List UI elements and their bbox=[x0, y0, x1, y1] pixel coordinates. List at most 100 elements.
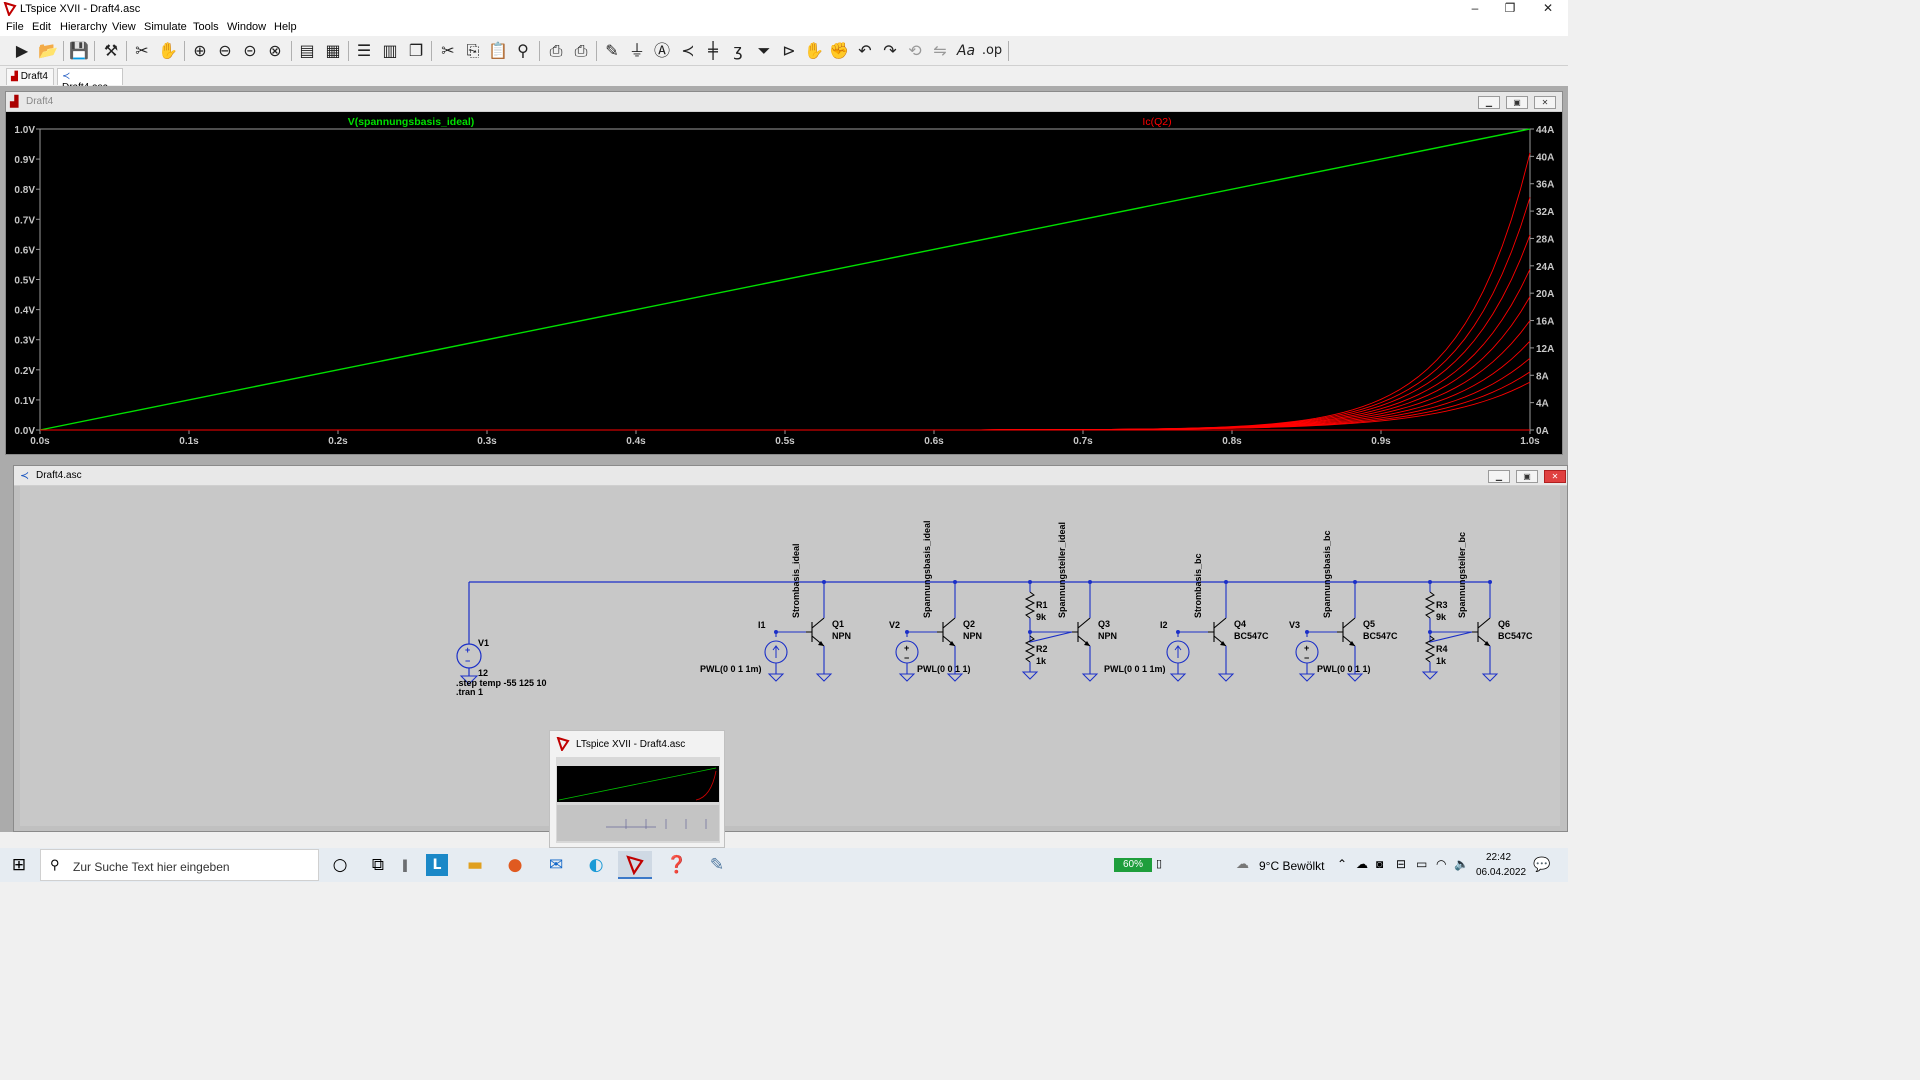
mirror-icon[interactable]: ⇋ bbox=[929, 39, 951, 63]
y-right-tick-label: 44A bbox=[1536, 125, 1554, 136]
weather-widget[interactable]: 9°C Bewölkt bbox=[1259, 859, 1325, 873]
zoom-in-icon[interactable]: ⊕ bbox=[189, 39, 211, 63]
junction-dot bbox=[1353, 580, 1357, 584]
menu-tools[interactable]: Tools bbox=[193, 21, 219, 33]
y-left-tick-label: 0.3V bbox=[14, 336, 35, 347]
autorange-icon[interactable]: ▤ bbox=[296, 39, 318, 63]
webcam-icon[interactable]: ◙ bbox=[1376, 857, 1383, 871]
undo-icon[interactable]: ↶ bbox=[854, 39, 876, 63]
copy-icon[interactable]: ⎘ bbox=[462, 39, 484, 63]
capacitor-icon[interactable]: ╪ bbox=[702, 39, 724, 63]
paint-icon[interactable]: ✎ bbox=[700, 851, 734, 879]
tab-draft4-plot[interactable]: ▟ Draft4 bbox=[6, 68, 54, 85]
resistor-icon[interactable]: ≺ bbox=[677, 39, 699, 63]
plot-minimize-button[interactable]: ▁ bbox=[1478, 96, 1500, 109]
paste-icon[interactable]: 📋 bbox=[487, 39, 509, 63]
minimize-button[interactable]: – bbox=[1460, 1, 1490, 17]
menu-hierarchy[interactable]: Hierarchy bbox=[60, 21, 107, 33]
edge-icon[interactable]: ◐ bbox=[579, 851, 613, 879]
file-explorer-icon[interactable]: ▬ bbox=[458, 851, 492, 879]
zoom-fit-icon[interactable]: ⊗ bbox=[264, 39, 286, 63]
chevron-up-icon[interactable]: ⌃ bbox=[1337, 857, 1347, 871]
grid-icon[interactable]: ▦ bbox=[322, 39, 344, 63]
notification-icon[interactable]: 💬 bbox=[1533, 856, 1550, 873]
cut-icon[interactable]: ✂ bbox=[437, 39, 459, 63]
volume-icon[interactable]: 🔈 bbox=[1454, 857, 1469, 871]
ground-icon[interactable]: ⏚ bbox=[626, 39, 648, 63]
open-icon[interactable]: 📂 bbox=[37, 39, 59, 63]
clock-date[interactable]: 06.04.2022 bbox=[1476, 867, 1526, 878]
save-icon[interactable]: 💾 bbox=[68, 39, 90, 63]
control-panel-icon[interactable]: ⚒ bbox=[100, 39, 122, 63]
firefox-icon[interactable]: ● bbox=[498, 851, 532, 879]
move-icon[interactable]: ✋ bbox=[803, 39, 825, 63]
clock-time[interactable]: 22:42 bbox=[1486, 852, 1511, 863]
plot-close-button[interactable]: ✕ bbox=[1534, 96, 1556, 109]
menu-file[interactable]: File bbox=[6, 21, 24, 33]
schematic-canvas[interactable]: + − V1 12 .step temp -55 125 10 .tran 1 … bbox=[14, 486, 1567, 831]
schematic-maximize-button[interactable]: ▣ bbox=[1516, 470, 1538, 483]
taskbar-preview[interactable]: LTspice XVII - Draft4.asc bbox=[549, 730, 725, 848]
drag-icon[interactable]: ✊ bbox=[828, 39, 850, 63]
print-icon[interactable]: ⎙ bbox=[545, 39, 567, 63]
zoom-out-icon[interactable]: ⊖ bbox=[214, 39, 236, 63]
redo-icon[interactable]: ↷ bbox=[879, 39, 901, 63]
waveform-plot[interactable]: V(spannungsbasis_ideal) Ic(Q2) 0.0s 0.1s 0… bbox=[6, 112, 1562, 454]
battery-indicator[interactable]: 60% bbox=[1114, 858, 1152, 872]
find-icon[interactable]: ⚲ bbox=[512, 39, 534, 63]
run-icon[interactable]: ▶ bbox=[11, 39, 33, 63]
y-right-tick-label: 4A bbox=[1536, 399, 1549, 410]
menu-edit[interactable]: Edit bbox=[32, 21, 51, 33]
label-net-icon[interactable]: Ⓐ bbox=[651, 39, 673, 63]
tran-directive[interactable]: .tran 1 bbox=[456, 687, 483, 697]
menu-window[interactable]: Window bbox=[227, 21, 266, 33]
ltspice-taskbar-icon[interactable] bbox=[618, 851, 652, 879]
onedrive-icon[interactable]: ☁ bbox=[1356, 857, 1368, 871]
minus-sign: − bbox=[904, 653, 909, 663]
help-icon[interactable]: ❓ bbox=[660, 851, 694, 879]
halt-icon[interactable]: ✂ bbox=[131, 39, 153, 63]
tab-draft4-schematic[interactable]: ≺ Draft4.asc bbox=[57, 68, 123, 93]
spice-directive-icon[interactable]: .op bbox=[981, 39, 1003, 63]
resistor-name: R2 bbox=[1036, 644, 1048, 654]
y-left-tick-label: 0.1V bbox=[14, 396, 35, 407]
x-tick-label: 0.1s bbox=[179, 436, 199, 447]
text-icon[interactable]: Aa bbox=[955, 39, 977, 63]
wifi-icon[interactable]: ◠ bbox=[1436, 857, 1446, 871]
zoom-back-icon[interactable]: ⊝ bbox=[239, 39, 261, 63]
tile-vertical-icon[interactable]: ▥ bbox=[379, 39, 401, 63]
windows-taskbar: ⊞ ⚲ Zur Suche Text hier eingeben ○ ⧉ ‖ L… bbox=[0, 848, 1568, 882]
taskbar-search[interactable]: ⚲ Zur Suche Text hier eingeben bbox=[40, 849, 319, 881]
network-device-icon[interactable]: ⊟ bbox=[1396, 857, 1406, 871]
plot-maximize-button[interactable]: ▣ bbox=[1506, 96, 1528, 109]
mail-icon[interactable]: ✉ bbox=[539, 851, 573, 879]
menu-help[interactable]: Help bbox=[274, 21, 297, 33]
maximize-button[interactable]: ❐ bbox=[1495, 1, 1525, 17]
trace-label-left[interactable]: V(spannungsbasis_ideal) bbox=[348, 116, 475, 128]
windows-start-icon[interactable]: ⊞ bbox=[2, 851, 36, 879]
diode-icon[interactable]: ⏷ bbox=[753, 39, 775, 63]
divider-icon: ‖ bbox=[402, 858, 408, 872]
transistor-name: Q5 bbox=[1363, 619, 1375, 629]
pan-icon[interactable]: ✋ bbox=[157, 39, 179, 63]
trace-label-right[interactable]: Ic(Q2) bbox=[1142, 116, 1171, 128]
y-left-tick-label: 0.2V bbox=[14, 366, 35, 377]
print-preview-icon[interactable]: ⎙ bbox=[570, 39, 592, 63]
component-icon[interactable]: ⊳ bbox=[778, 39, 800, 63]
rotate-icon[interactable]: ⟲ bbox=[904, 39, 926, 63]
resistor-name: R3 bbox=[1436, 600, 1448, 610]
inductor-icon[interactable]: ʒ bbox=[727, 39, 749, 63]
schematic-close-button[interactable]: ✕ bbox=[1544, 470, 1566, 483]
schematic-minimize-button[interactable]: ▁ bbox=[1488, 470, 1510, 483]
menu-view[interactable]: View bbox=[112, 21, 136, 33]
cortana-icon[interactable]: ○ bbox=[323, 851, 357, 879]
lyx-icon[interactable]: L bbox=[426, 854, 448, 876]
menu-simulate[interactable]: Simulate bbox=[144, 21, 187, 33]
tile-horizontal-icon[interactable]: ☰ bbox=[353, 39, 375, 63]
wire-icon[interactable]: ✎ bbox=[601, 39, 623, 63]
display-icon[interactable]: ▭ bbox=[1416, 857, 1427, 871]
transistor-name: Q6 bbox=[1498, 619, 1510, 629]
cascade-icon[interactable]: ❐ bbox=[405, 39, 427, 63]
transistor-model: BC547C bbox=[1498, 631, 1533, 641]
close-button[interactable]: ✕ bbox=[1533, 1, 1563, 17]
